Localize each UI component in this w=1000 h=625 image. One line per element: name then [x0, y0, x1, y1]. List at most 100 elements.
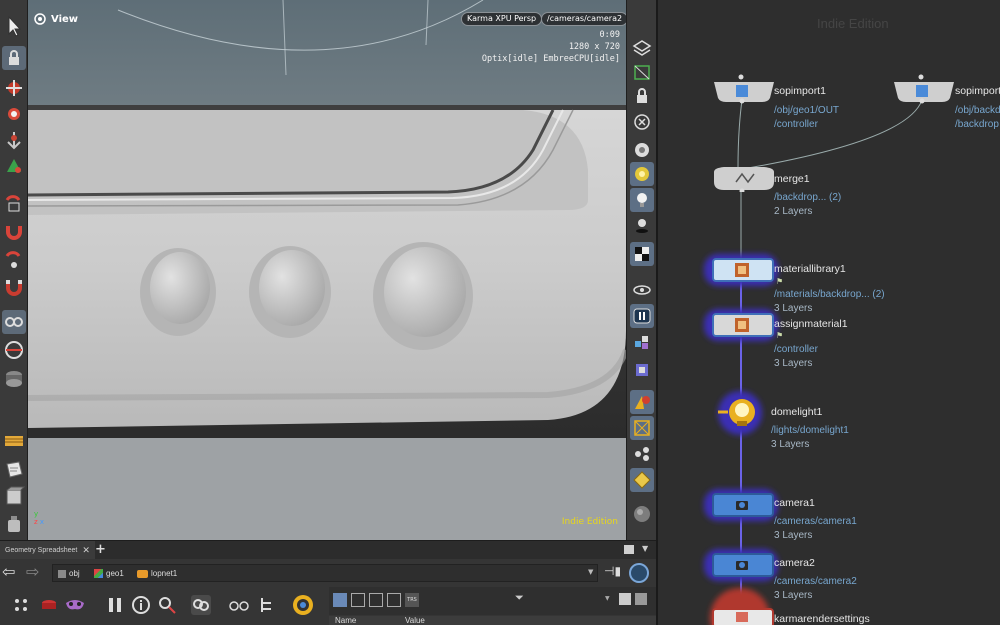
scale-icon[interactable] [2, 128, 26, 152]
column-value[interactable]: Value [405, 616, 425, 625]
node-label-sopimport1[interactable]: sopimport1 [774, 85, 826, 97]
axis-gizmo: y z x [34, 510, 44, 526]
shaded-icon[interactable] [630, 358, 654, 382]
particles-icon[interactable] [630, 442, 654, 466]
path-dropdown-icon[interactable]: ▼ [588, 568, 593, 576]
node-info-camera1: /cameras/camera1 3 Layers [774, 516, 857, 541]
camera-target-icon[interactable] [290, 592, 316, 618]
node-label-camera2[interactable]: camera2 [774, 557, 815, 569]
tab-geometry-spreadsheet[interactable]: Geometry Spreadsheet ✕ [0, 541, 95, 559]
cubes-icon[interactable] [630, 330, 654, 354]
add-tab-button[interactable]: + [95, 542, 106, 558]
path-field[interactable] [52, 564, 598, 582]
pane-menu-icon[interactable]: ▼ [642, 544, 648, 553]
pause-icon[interactable] [630, 304, 654, 328]
view-label-text: View [51, 13, 79, 25]
node-label-karmarendersettings[interactable]: karmarendersettings [774, 613, 870, 625]
node-label-merge1[interactable]: merge1 [774, 173, 810, 185]
flag-icon: ⚑ [776, 331, 784, 340]
link-pane-icon[interactable] [629, 563, 649, 583]
light-icon[interactable] [630, 138, 654, 162]
box-icon[interactable] [2, 484, 26, 508]
wireframe-icon[interactable] [630, 60, 654, 84]
visibility-icon[interactable] [630, 278, 654, 302]
snapshot-icon[interactable] [619, 593, 631, 605]
pin-icon[interactable]: ⊣▮ [604, 564, 624, 582]
diamond-icon[interactable] [630, 468, 654, 492]
select-arrow-icon[interactable] [2, 14, 26, 38]
render-time: 0:09 [599, 30, 620, 40]
filter-dropdown-icon[interactable]: ▼ [605, 595, 610, 602]
transform-icon[interactable] [2, 276, 26, 300]
view-icon[interactable] [2, 338, 26, 362]
sopimport-node-icon [714, 74, 774, 104]
camera-menu[interactable]: /cameras/camera2 [541, 12, 626, 26]
spreadsheet-column-header: Name Value [329, 616, 656, 625]
link-icon[interactable] [188, 592, 214, 618]
orient-icon[interactable] [2, 310, 26, 334]
headlight-icon[interactable] [630, 162, 654, 186]
assignmaterial-node-icon [712, 313, 774, 337]
mask-icon[interactable] [62, 592, 88, 618]
node-info-sopimport1: /obj/geo1/OUT /controller [774, 105, 840, 130]
breadcrumb-obj[interactable]: obj [58, 566, 80, 581]
shadow-icon[interactable] [630, 214, 654, 238]
pane-settings-icon[interactable] [635, 593, 647, 605]
component-prims-icon[interactable] [36, 592, 62, 618]
move-icon[interactable] [2, 76, 26, 100]
demo-icon[interactable] [2, 366, 26, 390]
scene-viewport[interactable]: View Karma XPU Persp /cameras/camera2 0:… [28, 0, 626, 540]
node-label-domelight1[interactable]: domelight1 [771, 406, 822, 418]
table-icon[interactable] [2, 428, 26, 452]
view-tree-icon[interactable] [333, 593, 347, 607]
lock-icon[interactable] [2, 46, 26, 70]
maximize-pane-icon[interactable] [624, 545, 634, 554]
snap-grid-icon[interactable] [630, 416, 654, 440]
node-label-camera1[interactable]: camera1 [774, 497, 815, 509]
close-icon[interactable] [630, 110, 654, 134]
display-options-icon[interactable] [630, 36, 654, 60]
snap-icon[interactable] [2, 248, 26, 272]
geometry-icon[interactable] [630, 390, 654, 414]
bulb-icon[interactable] [630, 188, 654, 212]
network-editor[interactable]: Indie Edition sopimport1 /obj/geo1/OUT /… [656, 0, 1000, 625]
view-list-icon[interactable] [351, 593, 365, 607]
column-name[interactable]: Name [335, 616, 356, 625]
node-label-sopimport2[interactable]: sopimport2 [955, 85, 1000, 97]
back-arrow-icon[interactable]: ⇦ [2, 564, 20, 582]
checker-icon[interactable] [630, 242, 654, 266]
breadcrumb-lopnet1[interactable]: lopnet1 [137, 566, 177, 581]
render-engines: Optix[idle] EmbreeCPU[idle] [481, 54, 620, 64]
note-icon[interactable] [2, 458, 26, 482]
node-label-materiallibrary1[interactable]: materiallibrary1 [774, 263, 846, 275]
filter-icon[interactable]: ⏷ [515, 591, 524, 605]
tool-icon[interactable] [2, 512, 26, 536]
indie-edition-badge: Indie Edition [561, 517, 618, 527]
magnet-icon[interactable] [2, 220, 26, 244]
lock-camera-icon[interactable] [630, 84, 654, 108]
renderer-menu[interactable]: Karma XPU Persp [461, 12, 543, 26]
view-columns-icon[interactable] [369, 593, 383, 607]
hierarchy-icon[interactable] [254, 592, 280, 618]
transform-handle-icon[interactable] [102, 592, 128, 618]
view-rows-icon[interactable] [387, 593, 401, 607]
breadcrumb-geo1[interactable]: geo1 [94, 566, 124, 581]
handle-icon[interactable] [2, 154, 26, 178]
node-info-merge1: /backdrop... (2) 2 Layers [774, 192, 842, 217]
info-icon[interactable] [128, 592, 154, 618]
component-points-icon[interactable] [8, 592, 34, 618]
view-title[interactable]: View [34, 13, 78, 25]
sphere-icon[interactable] [630, 502, 654, 526]
node-info-sopimport2: /obj/backdrop /backdrop [955, 105, 1000, 130]
tab-close-icon[interactable]: ✕ [82, 545, 90, 556]
left-tool-shelf [0, 0, 28, 540]
rotate-icon[interactable] [2, 102, 26, 126]
forward-arrow-icon[interactable]: ⇨ [26, 564, 44, 582]
camera-node-icon [712, 553, 774, 577]
glasses-icon[interactable] [226, 592, 252, 618]
node-label-assignmaterial1[interactable]: assignmaterial1 [774, 318, 848, 330]
inspect-icon[interactable] [154, 592, 180, 618]
axis-y: y [34, 510, 39, 518]
xform-icon[interactable]: TRS [405, 593, 419, 607]
pose-icon[interactable] [2, 192, 26, 216]
